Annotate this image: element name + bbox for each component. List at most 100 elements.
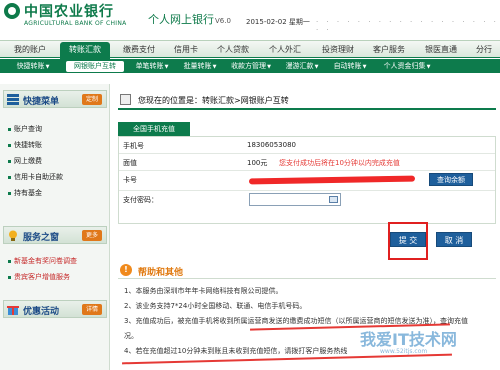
promotions-title: 优惠活动 <box>23 307 60 317</box>
bank-name: 中国农业银行 <box>24 4 114 20</box>
sidebar-item-credit-repay[interactable]: 信用卡自助还款 <box>8 172 63 183</box>
caret-down-icon: ▼ <box>45 64 50 70</box>
quick-menu-icon <box>7 94 19 105</box>
watermark: 我爱IT技术网 <box>360 330 457 349</box>
home-icon <box>120 94 131 105</box>
password-input[interactable] <box>249 193 341 206</box>
bullet-icon <box>8 191 11 195</box>
phone-value: 18306053080 <box>247 141 296 149</box>
header: 中国农业银行 AGRICULTURAL BANK OF CHINA 个人网上银行… <box>0 0 500 40</box>
amount-label: 面值 <box>123 159 137 167</box>
help-header: ! 帮助和其他 <box>118 262 496 279</box>
highlight-box <box>388 222 428 260</box>
site-title: 个人网上银行 <box>148 13 214 26</box>
sidebar-item-quick-transfer[interactable]: 快捷转账 <box>8 140 42 151</box>
card-label: 卡号 <box>123 176 137 184</box>
subnav-fund-collection[interactable]: 个人资金归集▼ <box>376 61 438 72</box>
sidebar-item-account-query[interactable]: 账户查询 <box>8 124 42 135</box>
cancel-button[interactable]: 取 消 <box>436 232 472 247</box>
subnav-single-transfer[interactable]: 单笔转账▼ <box>130 61 174 72</box>
bullet-icon <box>8 159 11 163</box>
sidebar-item-label: 快捷转账 <box>14 141 42 149</box>
subnav-roaming-remit[interactable]: 漫游汇款▼ <box>280 61 324 72</box>
quick-menu-header: 快捷菜单 定制 <box>3 90 107 108</box>
caret-down-icon: ▼ <box>426 64 431 70</box>
caret-down-icon: ▼ <box>267 64 271 70</box>
subnav-online-transfer[interactable]: 网银账户互转 <box>66 61 124 72</box>
recharge-form: 手机号 18306053080 面值 100元 您支付成功后将在10分钟以内完成… <box>118 136 496 224</box>
help-title: 帮助和其他 <box>138 268 184 278</box>
info-icon: ! <box>120 264 132 276</box>
nav-payment[interactable]: 缴费支付 <box>116 44 162 56</box>
help-line: 1、本服务由深圳市年年卡网络科技有限公司提供。 <box>124 287 283 295</box>
amount-value: 100元 <box>247 159 268 167</box>
bullet-icon <box>8 175 11 179</box>
subnav-label: 批量转账 <box>183 62 212 70</box>
tab-mobile-recharge[interactable]: 全国手机充值 <box>118 122 190 136</box>
subnav-label: 漫游汇款 <box>285 62 314 70</box>
bullet-icon <box>8 127 11 131</box>
service-window-header: 服务之窗 更多 <box>3 226 107 244</box>
subnav-payee-management[interactable]: 收款方管理▼ <box>226 61 276 72</box>
sidebar: 快捷菜单 定制 账户查询 快捷转账 网上缴费 信用卡自助还款 持有基金 服务之窗… <box>0 84 110 370</box>
customize-button[interactable]: 定制 <box>82 94 102 105</box>
sidebar-item-label: 信用卡自助还款 <box>14 173 63 181</box>
nav-customer-service[interactable]: 客户服务 <box>366 44 412 56</box>
promotions-header: 优惠活动 详情 <box>3 300 107 318</box>
sidebar-item-label: 贵宾客户增值服务 <box>14 273 70 281</box>
sidebar-item-funds-held[interactable]: 持有基金 <box>8 188 42 199</box>
nav-hospital[interactable]: 银医直通 <box>418 44 464 56</box>
nav-personal-loan[interactable]: 个人贷款 <box>210 44 256 56</box>
breadcrumb: 您现在的位置是：转账汇款>网银账户互转 <box>138 96 289 105</box>
subnav-auto-transfer[interactable]: 自动转账▼ <box>328 61 372 72</box>
subnav-batch-transfer[interactable]: 批量转账▼ <box>178 61 222 72</box>
bullet-icon <box>8 143 11 147</box>
service-window-title: 服务之窗 <box>23 233 60 243</box>
caret-down-icon: ▼ <box>212 64 217 70</box>
main-nav: 我的账户 转账汇款 缴费支付 信用卡 个人贷款 个人外汇 投资理财 客户服务 银… <box>0 40 500 59</box>
sidebar-item-label: 新基金有奖问卷调查 <box>14 257 77 265</box>
gift-icon <box>7 306 19 315</box>
sub-nav: 快捷转账▼ 网银账户互转 单笔转账▼ 批量转账▼ 收款方管理▼ 漫游汇款▼ 自动… <box>0 59 500 73</box>
keyboard-icon[interactable] <box>329 196 338 203</box>
breadcrumb-bar: 您现在的位置是：转账汇款>网银账户互转 <box>118 90 496 110</box>
sidebar-item-online-payment[interactable]: 网上缴费 <box>8 156 42 167</box>
caret-down-icon: ▼ <box>164 64 169 70</box>
help-line: 2、该业务支持7*24小时全国移动、联通、电信手机号码。 <box>124 302 307 310</box>
row-password: 支付密码： <box>119 191 495 211</box>
details-button[interactable]: 详情 <box>82 304 102 315</box>
lightbulb-icon <box>9 230 17 241</box>
sidebar-item-label: 持有基金 <box>14 189 42 197</box>
nav-my-account[interactable]: 我的账户 <box>4 44 56 56</box>
nav-investment[interactable]: 投资理财 <box>314 44 362 56</box>
nav-forex[interactable]: 个人外汇 <box>262 44 308 56</box>
caret-down-icon: ▼ <box>362 64 367 70</box>
sidebar-item-vip-service[interactable]: 贵宾客户增值服务 <box>8 272 70 283</box>
more-button[interactable]: 更多 <box>82 230 102 241</box>
subnav-label: 自动转账 <box>333 62 362 70</box>
bullet-icon <box>8 275 11 279</box>
nav-credit-card[interactable]: 信用卡 <box>166 44 206 56</box>
header-separator: · · · · · · · · · · · · · · · · · · · · <box>316 18 499 34</box>
subnav-label: 快捷转账 <box>16 62 45 70</box>
row-amount: 面值 100元 您支付成功后将在10分钟以内完成充值 <box>119 154 495 171</box>
subnav-quick-transfer[interactable]: 快捷转账▼ <box>4 61 62 72</box>
sidebar-item-label: 账户查询 <box>14 125 42 133</box>
sidebar-item-label: 网上缴费 <box>14 157 42 165</box>
caret-down-icon: ▼ <box>314 64 319 70</box>
watermark-url: www.52itjs.com <box>380 348 428 355</box>
nav-branch[interactable]: 分行 <box>470 44 498 56</box>
sidebar-item-fund-survey[interactable]: 新基金有奖问卷调查 <box>8 256 77 267</box>
subnav-label: 单笔转账 <box>135 62 164 70</box>
amount-note: 您支付成功后将在10分钟以内完成充值 <box>279 159 400 167</box>
version-label: V6.0 <box>215 17 231 25</box>
subnav-label: 收款方管理 <box>231 62 267 70</box>
nav-transfer[interactable]: 转账汇款 <box>60 42 110 59</box>
query-balance-button[interactable]: 查询余额 <box>429 173 473 186</box>
phone-label: 手机号 <box>123 142 144 150</box>
abc-logo-icon <box>4 3 20 19</box>
redaction-mark <box>248 175 416 185</box>
bullet-icon <box>8 259 11 263</box>
quick-menu-title: 快捷菜单 <box>23 97 60 107</box>
row-card: 卡号 查询余额 <box>119 171 495 191</box>
